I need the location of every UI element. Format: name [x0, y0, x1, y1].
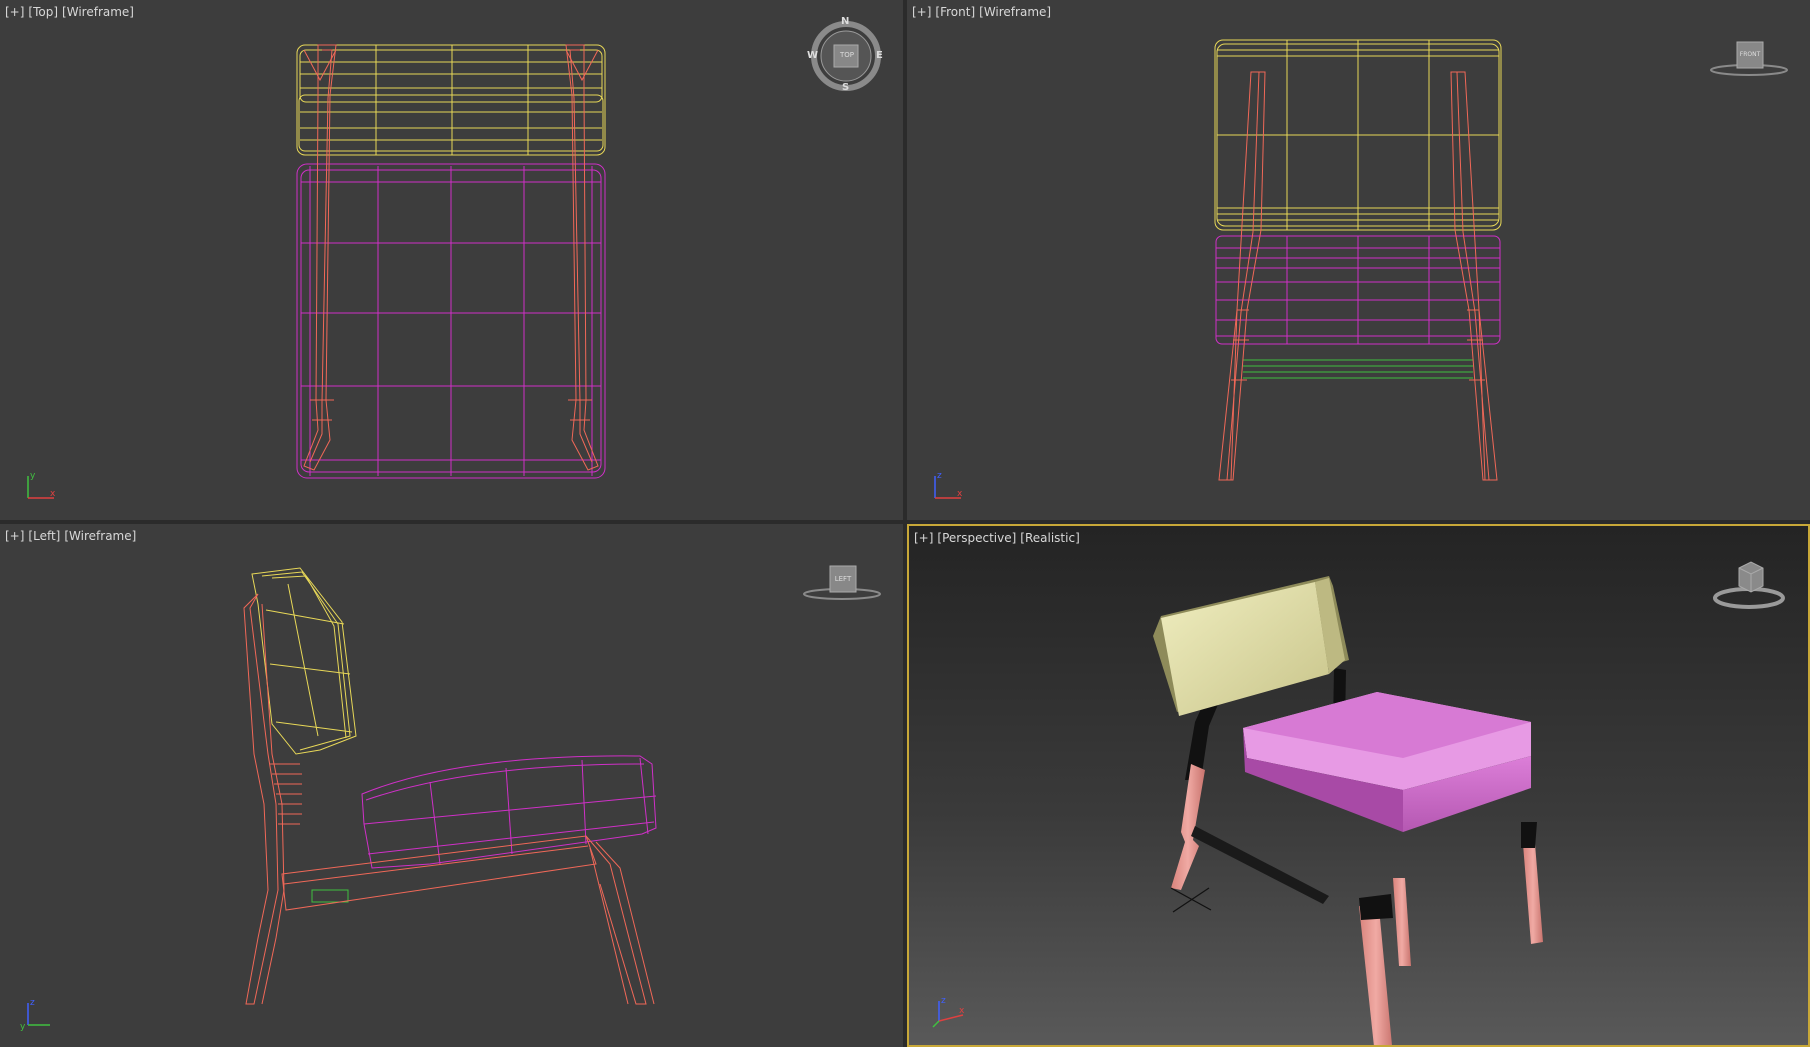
seat-cushion-solid [1243, 692, 1531, 832]
axis-tripod-icon: z x [932, 996, 965, 1028]
axis-tripod-icon: z y [20, 998, 50, 1031]
compass-north-label: N [841, 16, 850, 27]
viewcube[interactable] [1709, 556, 1791, 612]
seat-wireframe [1215, 235, 1501, 345]
stretcher-wireframe [1243, 359, 1473, 379]
viewcube[interactable]: LEFT [802, 560, 882, 606]
stretcher-wireframe [311, 889, 349, 903]
viewcube-face-label[interactable]: FRONT [1737, 51, 1763, 58]
backrest-wireframe [296, 44, 606, 156]
viewport-front[interactable]: [+] [Front] [Wireframe] FRONT z x [907, 0, 1810, 520]
compass-east-label: E [876, 50, 883, 61]
axis-x-label: x [959, 1006, 965, 1016]
viewport-top[interactable]: [+] [Top] [Wireframe] TOP N S E W y x [0, 0, 903, 520]
axis-z-label: z [941, 996, 946, 1006]
backrest-wireframe [1214, 39, 1502, 231]
backrest-solid [1153, 576, 1349, 716]
axis-tripod-icon: z x [934, 471, 963, 499]
chair-wireframe-left [243, 567, 657, 1005]
axis-z-label: z [30, 998, 35, 1008]
viewcube-face-label[interactable]: TOP [835, 51, 859, 59]
chair-render-perspective [1153, 576, 1543, 1045]
viewcube-compass[interactable]: TOP N S E W [807, 16, 888, 98]
axis-tripod-icon: y x [27, 471, 56, 499]
viewcube[interactable]: FRONT [1709, 36, 1789, 82]
seat-wireframe [361, 755, 657, 869]
chair-wireframe-front [1214, 39, 1502, 481]
compass-south-label: S [842, 82, 850, 93]
viewport-perspective[interactable]: [+] [Perspective] [Realistic] z x [907, 524, 1810, 1047]
seat-wireframe [296, 163, 606, 479]
compass-west-label: W [807, 50, 819, 61]
axis-y-label: y [30, 471, 36, 481]
axis-x-label: x [957, 489, 963, 499]
viewport-left[interactable]: [+] [Left] [Wireframe] LEFT z y [0, 524, 903, 1047]
chair-wireframe-top [296, 44, 606, 479]
axis-z-label: z [937, 471, 942, 481]
backrest-wireframe [251, 567, 357, 755]
frame-wireframe [243, 593, 655, 1005]
axis-y-label: y [20, 1022, 26, 1031]
pivot-cross-icon [1170, 887, 1212, 913]
axis-x-label: x [50, 489, 56, 499]
viewcube-face-label[interactable]: LEFT [830, 575, 856, 583]
